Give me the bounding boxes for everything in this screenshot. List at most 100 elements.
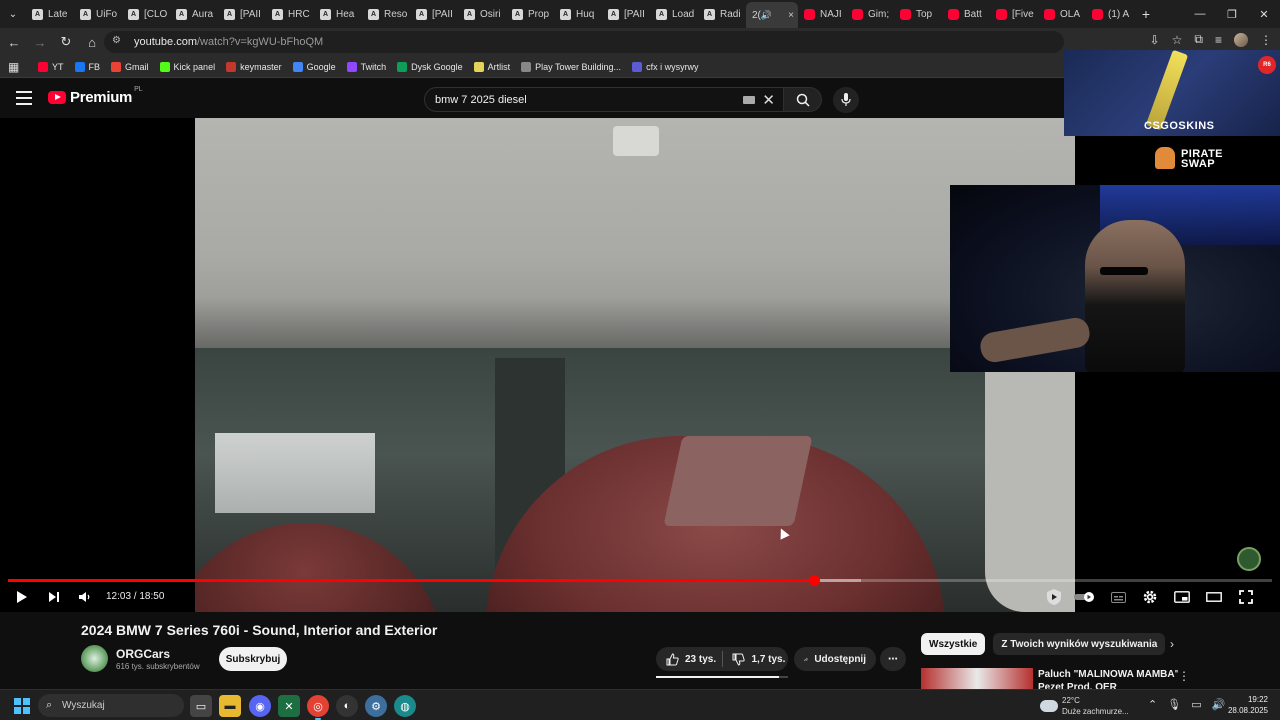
settings-app-icon[interactable]: ⚙ <box>365 695 387 717</box>
dislike-button[interactable]: 1,7 tys. <box>722 647 788 671</box>
search-input[interactable]: bmw 7 2025 diesel ✕ <box>424 87 784 112</box>
autoplay-toggle[interactable] <box>1072 587 1098 607</box>
chevron-right-icon[interactable]: › <box>1164 636 1180 652</box>
taskbar-clock[interactable]: 19:22 28.08.2025 <box>1224 694 1268 716</box>
like-button[interactable]: 23 tys. <box>656 647 722 671</box>
settings-button[interactable] <box>1138 587 1162 607</box>
site-info-icon[interactable]: ⚙ <box>112 35 126 49</box>
forward-icon[interactable]: → <box>28 30 52 54</box>
bookmark-item[interactable]: Kick panel <box>159 61 215 72</box>
chip-all[interactable]: Wszystkie <box>921 633 986 655</box>
obs-icon[interactable]: ◐ <box>336 695 358 717</box>
back-icon[interactable]: ← <box>2 30 26 54</box>
task-view-icon[interactable]: ▭ <box>190 695 212 717</box>
play-button[interactable] <box>10 587 34 607</box>
keyboard-icon[interactable] <box>743 96 755 104</box>
channel-watermark[interactable] <box>1237 547 1261 571</box>
browser-tab[interactable]: A Osiri <box>458 2 506 26</box>
browser-tab[interactable]: A Aura <box>170 2 218 26</box>
search-button[interactable] <box>784 87 822 112</box>
browser-tab[interactable]: A Late <box>26 2 74 26</box>
bookmark-item[interactable]: cfx i wysyrwy <box>632 61 699 72</box>
channel-name[interactable]: ORGCars <box>116 647 170 661</box>
close-window-icon[interactable]: ✕ <box>1248 0 1280 28</box>
browser-tab[interactable]: (1) A <box>1086 2 1134 26</box>
bookmark-item[interactable]: Artlist <box>473 61 510 72</box>
subscribe-button[interactable]: Subskrybuj <box>219 647 287 671</box>
tab-search-button[interactable]: ⌄ <box>0 0 26 28</box>
fullscreen-button[interactable] <box>1234 587 1258 607</box>
browser-tab[interactable]: A Prop <box>506 2 554 26</box>
browser-tab[interactable]: Batt <box>942 2 990 26</box>
weather-widget[interactable]: 22°C Duże zachmurze... <box>1040 695 1129 717</box>
tray-chevron-icon[interactable]: ⌃ <box>1148 698 1157 711</box>
browser-menu-icon[interactable]: ⋮ <box>1260 33 1272 47</box>
chip-from-search[interactable]: Z Twoich wyników wyszukiwania <box>993 633 1166 655</box>
volume-button[interactable] <box>72 587 96 607</box>
browser-tab[interactable]: Gim; <box>846 2 894 26</box>
next-button[interactable] <box>42 587 66 607</box>
bookmark-item[interactable]: YT <box>38 61 64 72</box>
tray-network-icon[interactable]: ▭ <box>1191 698 1201 711</box>
clear-search-icon[interactable]: ✕ <box>762 91 775 109</box>
close-tab-icon[interactable]: × <box>788 10 794 21</box>
browser-tab[interactable]: Top <box>894 2 942 26</box>
bookmark-star-icon[interactable]: ☆ <box>1172 33 1183 47</box>
home-icon[interactable]: ⌂ <box>80 30 104 54</box>
recommendation-thumbnail[interactable] <box>921 668 1033 690</box>
browser-tab[interactable]: NAJI <box>798 2 846 26</box>
youtube-logo[interactable]: Premium PL <box>48 86 143 106</box>
browser-tab[interactable]: A [CLO <box>122 2 170 26</box>
start-button[interactable] <box>14 698 30 714</box>
reload-icon[interactable]: ↻ <box>54 30 78 54</box>
subtitles-button[interactable] <box>1106 587 1130 607</box>
browser-tab[interactable]: A UiFo <box>74 2 122 26</box>
browser-tab[interactable]: A [PAII <box>218 2 266 26</box>
excel-icon[interactable]: ✕ <box>278 695 300 717</box>
channel-avatar[interactable] <box>81 645 108 672</box>
chrome-icon[interactable]: ◎ <box>307 695 329 720</box>
browser-tab[interactable]: [Five <box>990 2 1038 26</box>
browser-tab[interactable]: A [PAII <box>602 2 650 26</box>
sponsor-shield-button[interactable] <box>1042 587 1066 607</box>
discord-icon[interactable]: ◉ <box>249 695 271 717</box>
bookmark-item[interactable]: Play Tower Building... <box>521 61 621 72</box>
browser-tab[interactable]: A Hea <box>314 2 362 26</box>
bookmark-item[interactable]: FB <box>74 61 100 72</box>
bookmark-item[interactable]: Google <box>292 61 336 72</box>
bookmark-item[interactable]: Gmail <box>111 61 149 72</box>
file-explorer-icon[interactable]: ▬ <box>219 695 241 717</box>
speaker-icon[interactable]: 🔊 <box>761 10 772 21</box>
browser-tab[interactable]: A HRC <box>266 2 314 26</box>
taskbar-search[interactable]: ⌕ Wyszukaj <box>38 694 184 717</box>
url-field[interactable]: ⚙ youtube.com/watch?v=kgWU-bFhoQM <box>104 31 1064 53</box>
theater-mode-button[interactable] <box>1202 587 1226 607</box>
tray-mic-icon[interactable]: 🎙 <box>1167 698 1181 711</box>
browser-tab[interactable]: A Load <box>650 2 698 26</box>
browser-tab[interactable]: OLA <box>1038 2 1086 26</box>
video-frame[interactable] <box>195 118 1075 612</box>
more-actions-button[interactable]: ⋯ <box>880 647 906 671</box>
progress-bar[interactable] <box>8 575 1272 586</box>
browser-tab[interactable]: A [PAII <box>410 2 458 26</box>
minimize-icon[interactable]: — <box>1184 0 1216 28</box>
miniplayer-button[interactable] <box>1170 587 1194 607</box>
new-tab-button[interactable]: + <box>1134 6 1158 22</box>
browser-tab-active[interactable]: 2(🔊 × <box>746 2 798 28</box>
bookmark-item[interactable]: keymaster <box>226 61 282 72</box>
install-app-icon[interactable]: ⇩ <box>1150 33 1160 47</box>
browser-app-icon[interactable]: ◍ <box>394 695 416 717</box>
extensions-icon[interactable]: ⧉ <box>1194 32 1203 47</box>
restore-icon[interactable]: ❐ <box>1216 0 1248 28</box>
media-control-icon[interactable]: ≡ <box>1215 33 1222 47</box>
share-button[interactable]: Udostępnij <box>794 647 876 671</box>
browser-tab[interactable]: A Radi <box>698 2 746 26</box>
recommendation-menu-icon[interactable]: ⋮ <box>1178 669 1190 683</box>
browser-tab[interactable]: A Reso <box>362 2 410 26</box>
voice-search-button[interactable] <box>833 87 859 113</box>
bookmark-item[interactable]: Twitch <box>346 61 386 72</box>
bookmark-item[interactable]: Dysk Google <box>397 61 463 72</box>
profile-avatar[interactable] <box>1234 32 1248 47</box>
browser-tab[interactable]: A Huq <box>554 2 602 26</box>
apps-grid-icon[interactable]: ▦ <box>8 60 22 74</box>
